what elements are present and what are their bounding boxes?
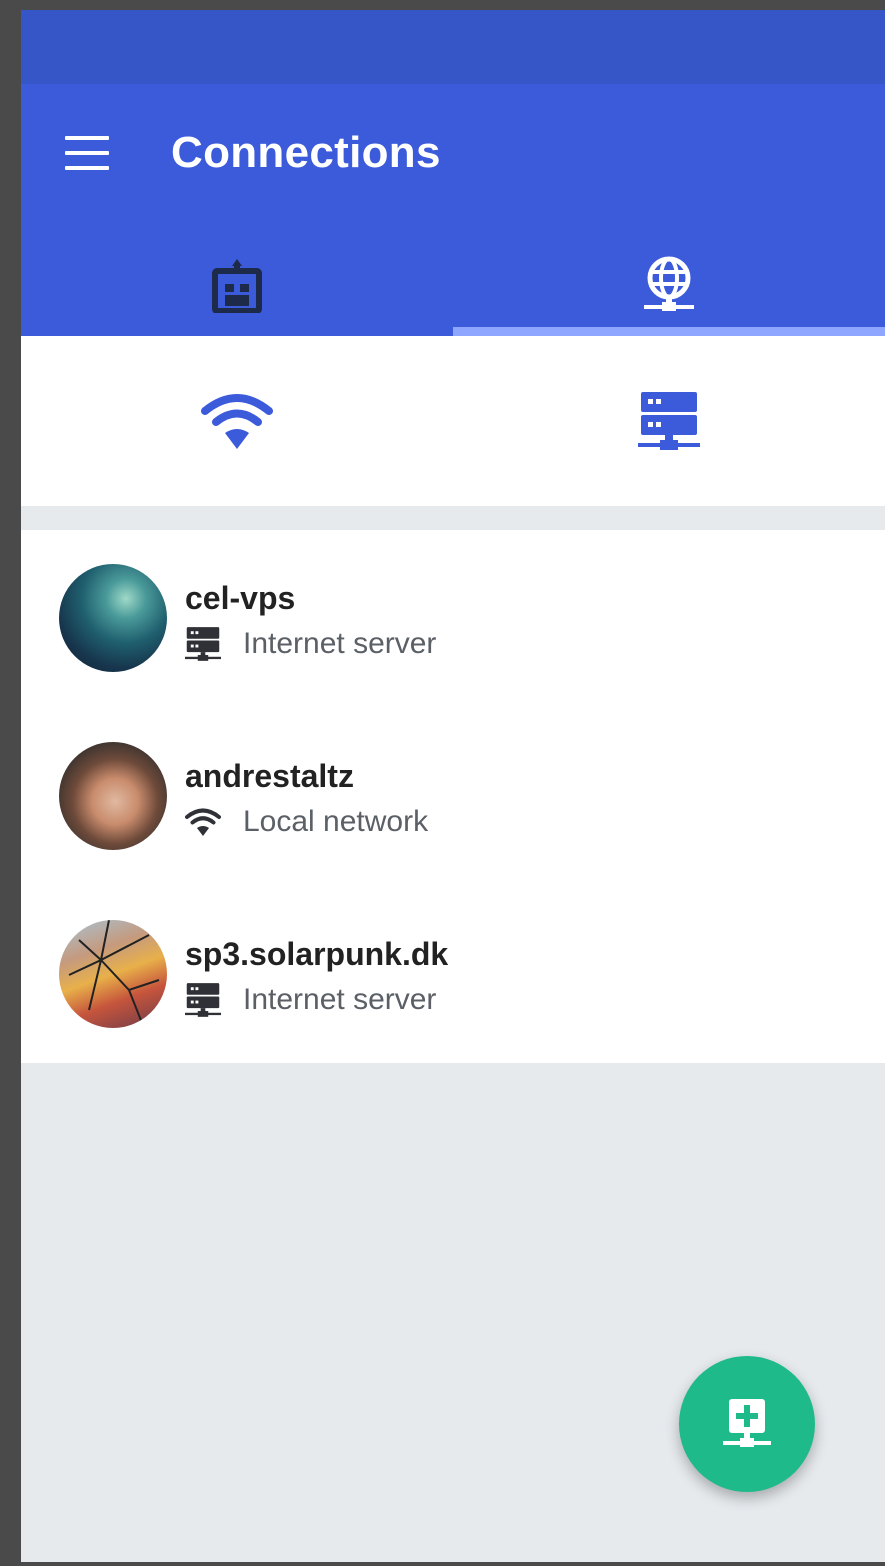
subtab-internet-server[interactable] [453,336,885,506]
wifi-icon [185,808,221,836]
hamburger-menu-icon[interactable] [65,136,111,172]
list-item[interactable]: cel-vps Internet server [21,530,885,708]
section-divider [21,506,885,530]
connection-type: Local network [185,804,428,840]
globe-network-icon [644,256,694,311]
tab-indicator [453,327,885,336]
subtab-local-network[interactable] [21,336,453,506]
sub-tab-bar [21,336,885,506]
status-bar [21,10,885,84]
person-avatar [59,742,167,850]
list-item[interactable]: sp3.solarpunk.dk Internet server [21,886,885,1064]
server-icon [185,983,221,1017]
connection-name: sp3.solarpunk.dk [185,936,449,972]
add-server-icon [723,1399,771,1447]
tab-connections[interactable] [453,234,885,336]
nebula-avatar [59,564,167,672]
wifi-icon [201,394,273,449]
list-item[interactable]: andrestaltz Local network [21,708,885,886]
connection-type-label: Internet server [243,983,437,1016]
connection-name: andrestaltz [185,758,354,794]
connection-type: Internet server [185,626,436,662]
connections-list: cel-vps Internet server andrestaltz Loca… [21,530,885,1063]
page-title: Connections [171,128,441,177]
server-network-icon [638,392,700,450]
crack-lines [68,920,160,1028]
connection-type-label: Local network [243,805,429,838]
building-icon [212,259,262,313]
app-screen: Connections cel-vps Internet server andr… [21,10,885,1562]
tab-bar [21,234,885,336]
connection-type: Internet server [185,982,436,1018]
connection-type-label: Internet server [243,627,437,660]
server-icon [185,627,221,661]
tab-community[interactable] [21,234,453,336]
cracked-glass-avatar [59,920,167,1028]
add-connection-button[interactable] [679,1356,815,1492]
connection-name: cel-vps [185,580,296,616]
app-bar: Connections [21,84,885,234]
